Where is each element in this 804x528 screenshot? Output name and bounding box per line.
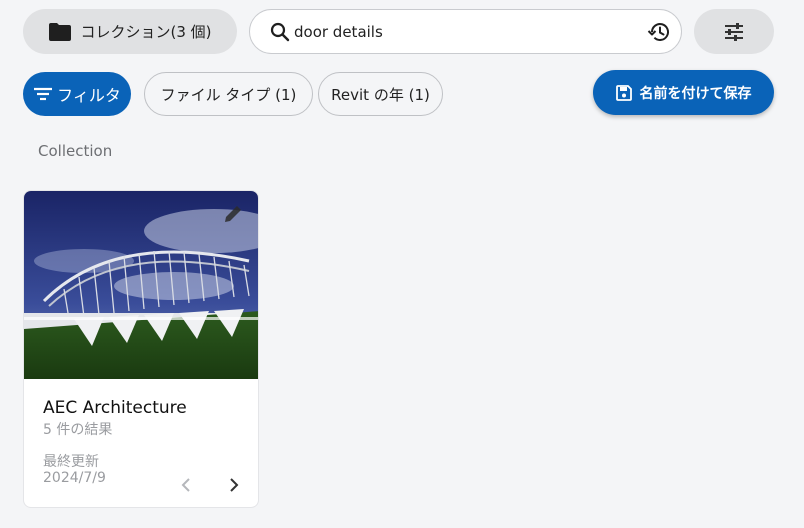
- chip-revit-year-label: Revit の年 (1): [331, 85, 430, 104]
- history-icon[interactable]: [647, 20, 671, 44]
- tune-icon: [725, 22, 743, 41]
- edit-icon[interactable]: [222, 203, 244, 225]
- next-button[interactable]: [224, 475, 244, 495]
- save-icon: [615, 84, 632, 101]
- save-as-button[interactable]: 名前を付けて保存: [593, 70, 774, 115]
- collection-card[interactable]: AEC Architecture 5 件の結果 最終更新 2024/7/9: [23, 190, 259, 508]
- card-result-count: 5 件の結果: [43, 422, 113, 438]
- card-updated-date: 2024/7/9: [43, 470, 106, 486]
- chevron-right-icon: [230, 478, 239, 492]
- folder-icon: [49, 22, 72, 41]
- chip-file-type[interactable]: ファイル タイプ (1): [144, 72, 313, 116]
- filter-icon: [34, 87, 53, 101]
- chip-revit-year[interactable]: Revit の年 (1): [318, 72, 443, 116]
- filter-label: フィルタ: [57, 86, 121, 105]
- search-bar[interactable]: [249, 9, 682, 54]
- search-icon: [270, 22, 290, 41]
- collection-button[interactable]: コレクション(3 個): [23, 9, 237, 54]
- filter-button[interactable]: フィルタ: [23, 72, 131, 116]
- card-updated-label: 最終更新: [43, 454, 99, 470]
- section-title: Collection: [38, 142, 113, 160]
- collection-label: コレクション(3 個): [80, 23, 212, 41]
- chevron-left-icon: [181, 478, 190, 492]
- card-title: AEC Architecture: [43, 398, 187, 418]
- previous-button[interactable]: [176, 475, 196, 495]
- save-as-label: 名前を付けて保存: [639, 85, 752, 102]
- tune-settings-button[interactable]: [694, 9, 774, 54]
- chip-file-type-label: ファイル タイプ (1): [160, 85, 297, 104]
- search-input[interactable]: [294, 22, 647, 41]
